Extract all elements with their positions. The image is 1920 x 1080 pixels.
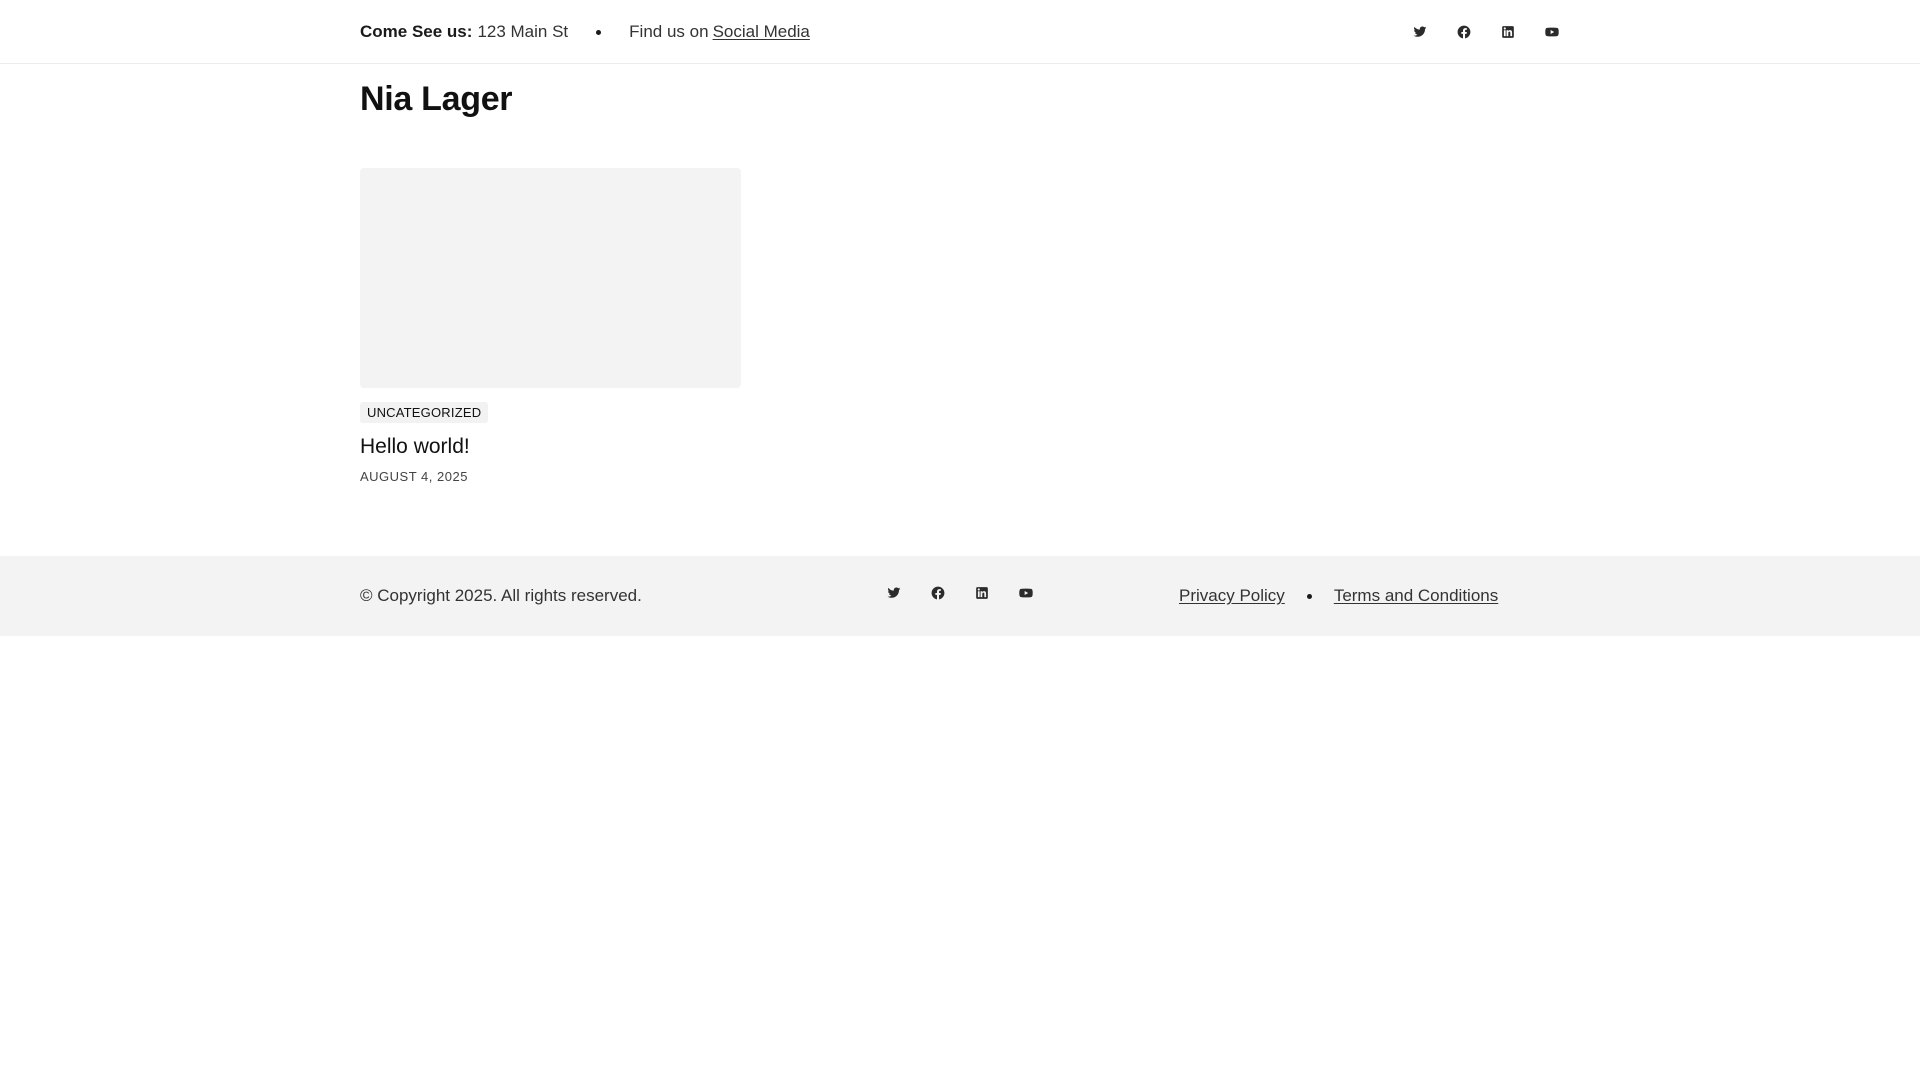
- facebook-icon[interactable]: [1456, 24, 1472, 40]
- bullet-separator: [1306, 593, 1312, 599]
- privacy-policy-link[interactable]: Privacy Policy: [1179, 586, 1285, 606]
- linkedin-icon[interactable]: [974, 585, 990, 601]
- post-date: AUGUST 4, 2025: [360, 469, 468, 484]
- footer-social-icons: [886, 556, 1034, 630]
- footer-links: Privacy Policy Terms and Conditions: [1179, 556, 1498, 636]
- site-title[interactable]: Nia Lager: [360, 80, 513, 119]
- terms-link[interactable]: Terms and Conditions: [1334, 586, 1498, 606]
- top-social-icons: [1412, 24, 1560, 40]
- site-footer: © Copyright 2025. All rights reserved. P…: [0, 556, 1920, 636]
- bullet-separator: [596, 29, 602, 35]
- address-text: 123 Main St: [477, 22, 569, 41]
- top-bar: Come See us: 123 Main St Find us on Soci…: [0, 0, 1920, 64]
- twitter-icon[interactable]: [1412, 24, 1428, 40]
- facebook-icon[interactable]: [930, 585, 946, 601]
- twitter-icon[interactable]: [886, 585, 902, 601]
- post-thumbnail[interactable]: [360, 168, 741, 388]
- visit-label: Come See us:: [360, 22, 473, 41]
- top-bar-info: Come See us: 123 Main St Find us on Soci…: [360, 22, 810, 42]
- find-us-text: Find us on: [629, 22, 709, 41]
- post-category-badge[interactable]: UNCATEGORIZED: [360, 402, 489, 423]
- linkedin-icon[interactable]: [1500, 24, 1516, 40]
- youtube-icon[interactable]: [1544, 24, 1560, 40]
- copyright-text: © Copyright 2025. All rights reserved.: [360, 586, 642, 605]
- top-bar-inner: Come See us: 123 Main St Find us on Soci…: [360, 0, 1560, 64]
- post-card: UNCATEGORIZED Hello world! AUGUST 4, 202…: [360, 168, 741, 484]
- social-media-link[interactable]: Social Media: [713, 22, 810, 42]
- youtube-icon[interactable]: [1018, 585, 1034, 601]
- post-title[interactable]: Hello world!: [360, 435, 741, 459]
